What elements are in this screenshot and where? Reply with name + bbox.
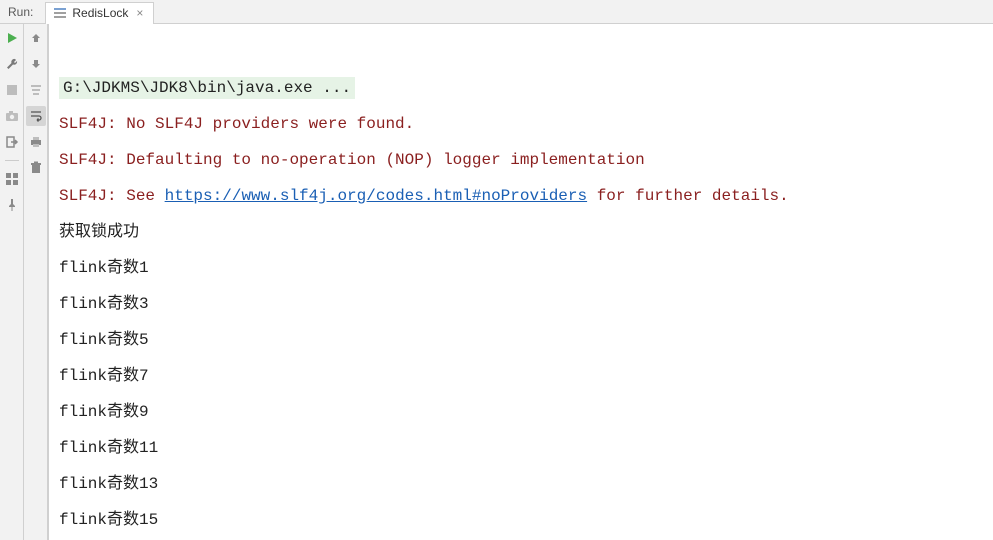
pin-icon[interactable]	[2, 195, 22, 215]
output-line: flink奇数1	[59, 250, 985, 286]
output-line: flink奇数3	[59, 286, 985, 322]
run-label: Run:	[4, 5, 37, 19]
tab-run-icon	[54, 7, 66, 19]
rerun-icon[interactable]	[2, 28, 22, 48]
output-line: flink奇数5	[59, 322, 985, 358]
command-line: G:\JDKMS\JDK8\bin\java.exe ...	[59, 77, 355, 99]
tab-label: RedisLock	[72, 6, 128, 20]
output-line: flink奇数11	[59, 430, 985, 466]
slf4j-link[interactable]: https://www.slf4j.org/codes.html#noProvi…	[165, 187, 587, 205]
top-bar: Run: RedisLock ×	[0, 0, 993, 24]
slf4j-line-2: SLF4J: Defaulting to no-operation (NOP) …	[59, 142, 985, 178]
down-icon[interactable]	[26, 54, 46, 74]
left-toolbar	[0, 24, 24, 540]
slf4j-line-1: SLF4J: No SLF4J providers were found.	[59, 106, 985, 142]
console-output[interactable]: G:\JDKMS\JDK8\bin\java.exe ... SLF4J: No…	[48, 24, 993, 540]
print-icon[interactable]	[26, 132, 46, 152]
camera-icon[interactable]	[2, 106, 22, 126]
stop-icon[interactable]	[2, 80, 22, 100]
up-icon[interactable]	[26, 28, 46, 48]
toolbar-divider	[5, 160, 19, 161]
wrench-icon[interactable]	[2, 54, 22, 74]
layout-icon[interactable]	[2, 169, 22, 189]
output-line: flink奇数7	[59, 358, 985, 394]
tab-close-icon[interactable]: ×	[134, 7, 145, 19]
exit-icon[interactable]	[2, 132, 22, 152]
main-area: G:\JDKMS\JDK8\bin\java.exe ... SLF4J: No…	[0, 24, 993, 540]
output-line: flink奇数13	[59, 466, 985, 502]
lock-success-line: 获取锁成功	[59, 214, 985, 250]
tab-redislock[interactable]: RedisLock ×	[45, 2, 154, 24]
console-toolbar	[24, 24, 48, 540]
output-line: flink奇数9	[59, 394, 985, 430]
filter-icon[interactable]	[26, 80, 46, 100]
soft-wrap-icon[interactable]	[26, 106, 46, 126]
trash-icon[interactable]	[26, 158, 46, 178]
output-line: flink奇数15	[59, 502, 985, 538]
slf4j-line-3: SLF4J: See https://www.slf4j.org/codes.h…	[59, 178, 985, 214]
